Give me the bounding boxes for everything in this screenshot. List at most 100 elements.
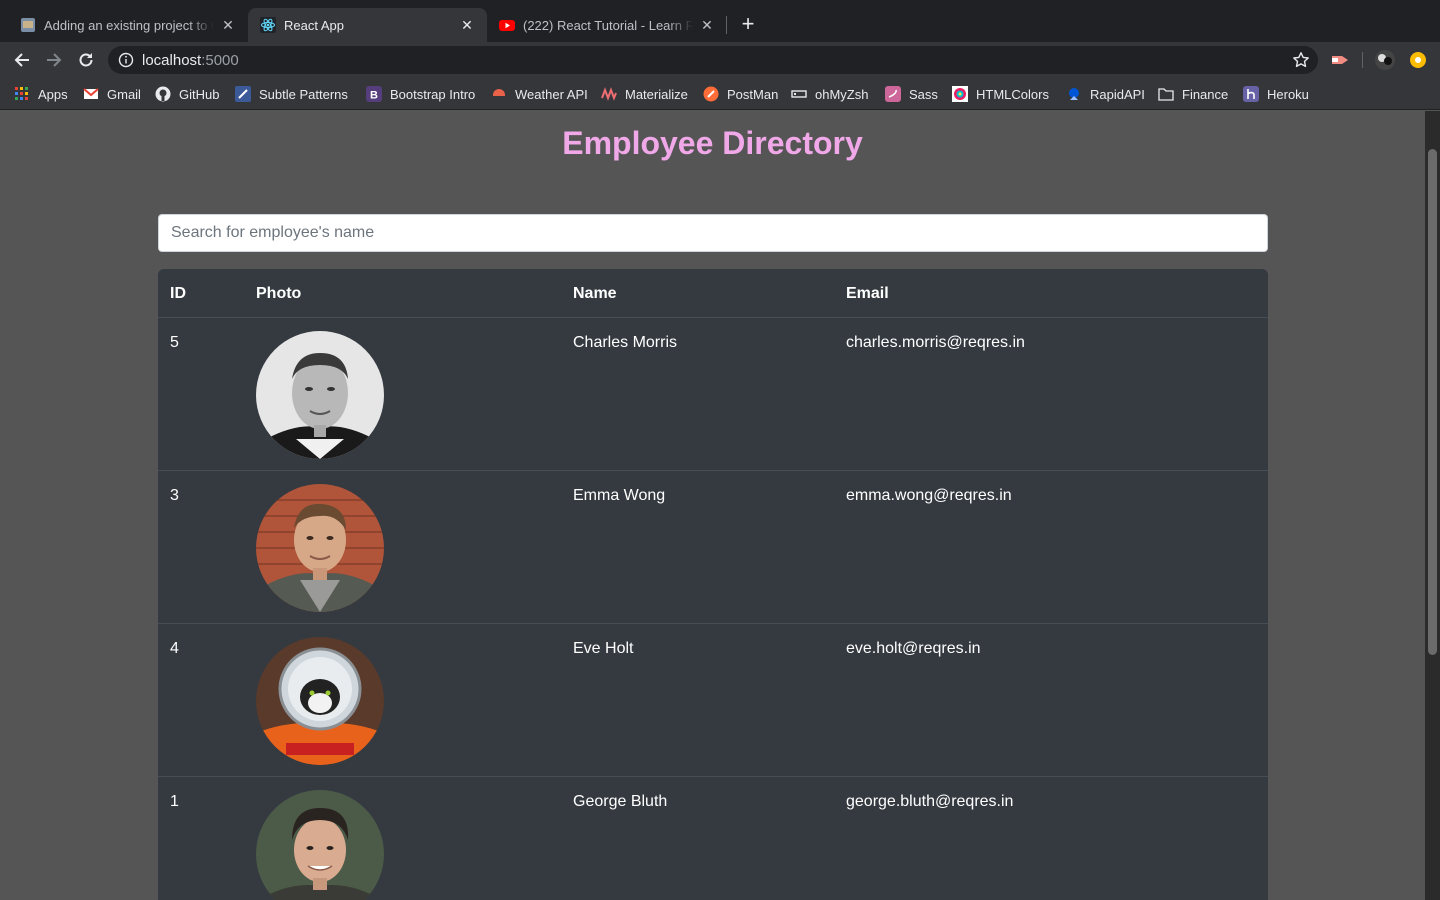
tab-separator: [726, 16, 727, 34]
ohmyzsh-icon: [791, 86, 807, 102]
site-info-icon[interactable]: [118, 52, 134, 68]
bookmark-label: ohMyZsh: [815, 86, 869, 102]
bookmark-bootstrap-intro[interactable]: B Bootstrap Intro: [366, 85, 475, 103]
heroku-icon: [1243, 86, 1259, 102]
bookmark-label: Sass: [909, 86, 938, 102]
address-bar[interactable]: localhost:5000: [108, 46, 1318, 74]
employee-id: 3: [170, 487, 179, 504]
bookmark-label: Weather API: [515, 86, 588, 102]
url-text[interactable]: localhost:5000: [142, 52, 239, 69]
browser-toolbar: localhost:5000: [0, 42, 1440, 78]
tab-title: Adding an existing project to GitHub: [44, 17, 214, 33]
subtle-patterns-icon: [235, 86, 251, 102]
bookmark-ohmyzsh[interactable]: ohMyZsh: [791, 85, 868, 103]
gmail-icon: [83, 86, 99, 102]
forward-button[interactable]: [42, 48, 66, 72]
table-row: 4 Eve Holt eve.holt@reqres.in: [158, 624, 1268, 777]
employee-table: ID Photo Name Email 5 Charles Morris cha…: [158, 269, 1268, 900]
bookmark-star-icon[interactable]: [1292, 51, 1310, 69]
bookmark-label: HTMLColors: [976, 86, 1049, 102]
bookmark-htmlcolors[interactable]: HTMLColors: [952, 85, 1049, 103]
profile-avatar-icon[interactable]: [1375, 50, 1395, 70]
bookmark-label: Apps: [38, 86, 68, 102]
employee-email: charles.morris@reqres.in: [846, 334, 1025, 351]
employee-email: george.bluth@reqres.in: [846, 793, 1014, 810]
bookmark-label: PostMan: [727, 86, 779, 102]
bookmarks-bar: Apps Gmail GitHub Subtle Patterns B Boot…: [0, 78, 1440, 110]
employee-id: 1: [170, 793, 179, 810]
bookmark-rapidapi[interactable]: RapidAPI: [1066, 85, 1145, 103]
employee-photo: [256, 484, 384, 612]
toolbar-separator: [1362, 52, 1363, 68]
employee-photo: [256, 331, 384, 459]
tab-strip: Adding an existing project to GitHub ✕ R…: [0, 0, 1440, 42]
bookmark-label: Heroku: [1267, 86, 1309, 102]
bookmark-postman[interactable]: PostMan: [703, 85, 778, 103]
close-tab-icon[interactable]: ✕: [699, 17, 715, 33]
table-row: 5 Charles Morris charles.morris@reqres.i…: [158, 318, 1268, 471]
table-row: 3 Emma Wong emma.wong@reqres.in: [158, 471, 1268, 624]
employee-photo: [256, 637, 384, 765]
page-title: Employee Directory: [562, 125, 863, 161]
new-tab-button[interactable]: +: [736, 13, 760, 37]
bookmark-heroku[interactable]: Heroku: [1243, 85, 1309, 103]
tab-title: (222) React Tutorial - Learn React: [523, 17, 693, 33]
bookmark-gmail[interactable]: Gmail: [83, 85, 141, 103]
bookmark-label: Finance: [1182, 86, 1229, 102]
folder-icon: [1158, 86, 1174, 102]
rapidapi-icon: [1066, 86, 1082, 102]
employee-id: 5: [170, 334, 179, 351]
tab-github-article[interactable]: Adding an existing project to GitHub ✕: [8, 8, 248, 42]
employee-name: Eve Holt: [573, 640, 634, 657]
employee-email: emma.wong@reqres.in: [846, 487, 1012, 504]
github-icon: [155, 86, 171, 102]
bookmark-materialize[interactable]: Materialize: [601, 85, 688, 103]
tab-react-app[interactable]: React App ✕: [248, 8, 487, 42]
header-id: ID: [170, 285, 186, 302]
bookmark-label: Bootstrap Intro: [390, 86, 476, 102]
menu-dots-icon[interactable]: [1408, 50, 1428, 70]
reload-icon: [79, 53, 93, 67]
bookmark-apps[interactable]: Apps: [14, 85, 68, 103]
employee-photo: [256, 790, 384, 900]
search-input[interactable]: [158, 214, 1268, 252]
bookmark-label: Gmail: [107, 86, 141, 102]
svg-text:B: B: [370, 90, 378, 102]
materialize-icon: [601, 86, 617, 102]
extension-icon[interactable]: [1330, 50, 1350, 70]
employee-name: Emma Wong: [573, 487, 666, 504]
close-tab-icon[interactable]: ✕: [220, 17, 236, 33]
close-tab-icon[interactable]: ✕: [459, 17, 475, 33]
bootstrap-icon: B: [366, 86, 382, 102]
header-photo: Photo: [256, 285, 302, 302]
weather-icon: [491, 86, 507, 102]
react-favicon-icon: [260, 17, 276, 33]
postman-icon: [703, 86, 719, 102]
back-button[interactable]: [10, 48, 34, 72]
url-host: localhost: [142, 52, 202, 69]
bookmark-sass[interactable]: Sass: [885, 85, 938, 103]
forward-arrow-icon: [47, 53, 62, 67]
header-name: Name: [573, 285, 617, 302]
back-arrow-icon: [14, 53, 29, 67]
page-scrollbar[interactable]: [1425, 111, 1440, 900]
table-header: ID Photo Name Email: [158, 269, 1268, 318]
bookmark-subtle-patterns[interactable]: Subtle Patterns: [235, 85, 348, 103]
bookmark-label: RapidAPI: [1090, 86, 1145, 102]
employee-name: Charles Morris: [573, 334, 678, 351]
youtube-favicon-icon: [499, 17, 515, 33]
bookmark-label: Materialize: [625, 86, 688, 102]
employee-email: eve.holt@reqres.in: [846, 640, 981, 657]
header-email: Email: [846, 285, 889, 302]
url-port: :5000: [201, 52, 239, 69]
reload-button[interactable]: [74, 48, 98, 72]
tab-youtube[interactable]: (222) React Tutorial - Learn React ✕: [487, 8, 727, 42]
bookmark-finance-folder[interactable]: Finance: [1158, 85, 1228, 103]
article-favicon-icon: [20, 17, 36, 33]
page-viewport: Employee Directory ID Photo Name Email 5: [0, 111, 1425, 900]
sass-icon: [885, 86, 901, 102]
scrollbar-thumb[interactable]: [1428, 149, 1437, 655]
bookmark-weather-api[interactable]: Weather API: [491, 85, 588, 103]
apps-grid-icon: [14, 86, 30, 102]
bookmark-github[interactable]: GitHub: [155, 85, 219, 103]
